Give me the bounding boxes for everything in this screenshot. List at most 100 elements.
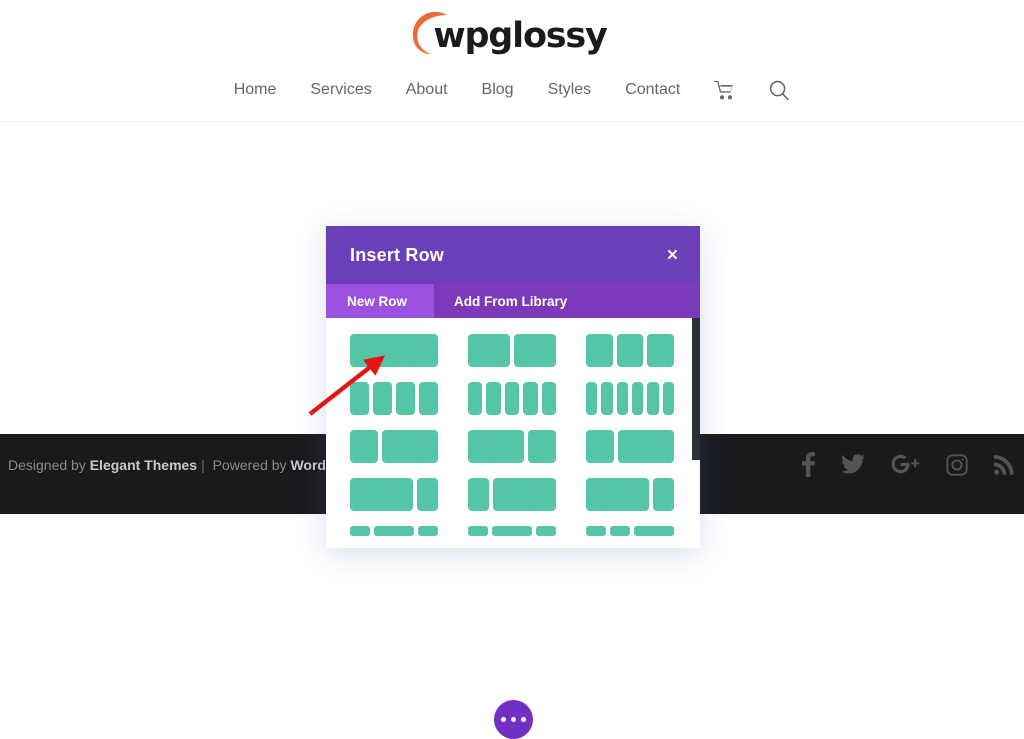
layout-partial-c[interactable] xyxy=(586,526,674,536)
layout-5-columns[interactable] xyxy=(468,382,557,415)
layout-column xyxy=(468,526,488,536)
layout-column xyxy=(419,382,438,415)
modal-body xyxy=(326,318,700,548)
main-navigation: Home Services About Blog Styles Contact xyxy=(0,74,1024,106)
logo-area: wpglossy xyxy=(0,10,1024,62)
layout-column xyxy=(662,382,674,415)
layout-column xyxy=(586,478,649,511)
footer-designed-brand[interactable]: Elegant Themes xyxy=(90,457,197,473)
layout-column xyxy=(373,382,392,415)
instagram-icon[interactable] xyxy=(946,453,968,476)
layout-column xyxy=(350,478,413,511)
layout-1-column[interactable] xyxy=(350,334,438,367)
layout-column xyxy=(468,334,510,367)
modal-scrollbar-track[interactable] xyxy=(692,318,700,548)
layout-third-twothirds-b[interactable] xyxy=(586,430,674,463)
layout-column xyxy=(417,478,438,511)
nav-item-about[interactable]: About xyxy=(389,74,465,106)
logo-arc-icon xyxy=(413,11,448,55)
layout-row xyxy=(350,334,676,367)
layout-column xyxy=(486,382,501,415)
layout-column xyxy=(586,430,614,463)
layout-column xyxy=(634,526,674,536)
layout-column xyxy=(541,382,557,415)
layout-column xyxy=(601,382,613,415)
dot-icon xyxy=(501,717,506,722)
footer-credit: Designed by Elegant Themes| Powered by W… xyxy=(8,457,364,473)
layout-column xyxy=(616,382,628,415)
layout-column xyxy=(514,334,556,367)
layout-column xyxy=(523,382,538,415)
google-plus-icon[interactable] xyxy=(891,454,920,475)
layout-row xyxy=(350,430,676,463)
layout-twothirds-third[interactable] xyxy=(468,430,556,463)
twitter-icon[interactable] xyxy=(841,454,865,475)
tab-new-row[interactable]: New Row xyxy=(326,284,434,318)
layout-6-columns[interactable] xyxy=(586,382,674,415)
modal-title: Insert Row xyxy=(350,244,445,265)
layout-column xyxy=(350,526,370,536)
footer-powered-prefix: Powered by xyxy=(208,457,291,473)
layout-column xyxy=(493,478,556,511)
facebook-icon[interactable] xyxy=(802,452,815,477)
layout-column xyxy=(616,334,644,367)
layout-column xyxy=(492,526,532,536)
layout-column xyxy=(396,382,415,415)
search-icon[interactable] xyxy=(752,80,807,101)
layout-2-columns[interactable] xyxy=(468,334,556,367)
dot-icon xyxy=(521,717,526,722)
layout-column xyxy=(350,430,378,463)
layout-partial-b[interactable] xyxy=(468,526,556,536)
layout-column xyxy=(382,430,438,463)
rss-icon[interactable] xyxy=(994,454,1014,475)
footer-separator: | xyxy=(201,457,205,473)
layout-column xyxy=(618,430,674,463)
nav-item-blog[interactable]: Blog xyxy=(465,74,531,106)
layout-column xyxy=(350,382,369,415)
layout-threequarter-quarter-b[interactable] xyxy=(586,478,674,511)
footer-designed-prefix: Designed by xyxy=(8,457,90,473)
modal-scrollbar-thumb[interactable] xyxy=(692,318,700,460)
nav-item-styles[interactable]: Styles xyxy=(531,74,609,106)
modal-header: Insert Row × xyxy=(326,226,700,284)
layout-third-twothirds[interactable] xyxy=(350,430,438,463)
nav-item-services[interactable]: Services xyxy=(293,74,388,106)
layout-row xyxy=(350,382,676,415)
layout-column xyxy=(504,382,520,415)
layout-quarter-threequarter[interactable] xyxy=(468,478,556,511)
layout-row xyxy=(350,526,676,536)
layout-column xyxy=(653,478,674,511)
page-settings-button[interactable] xyxy=(494,700,533,739)
site-header: wpglossy Home Services About Blog Styles… xyxy=(0,0,1024,122)
site-logo[interactable]: wpglossy xyxy=(413,11,608,59)
layout-threequarter-quarter[interactable] xyxy=(350,478,438,511)
layout-partial-a[interactable] xyxy=(350,526,438,536)
layout-4-columns[interactable] xyxy=(350,382,438,415)
layout-column xyxy=(586,382,598,415)
layout-row xyxy=(350,478,676,511)
cart-icon[interactable] xyxy=(697,80,752,100)
layout-column xyxy=(528,430,556,463)
dot-icon xyxy=(511,717,516,722)
row-layout-grid xyxy=(326,318,700,548)
layout-column xyxy=(468,430,524,463)
close-icon[interactable]: × xyxy=(667,246,678,265)
nav-item-contact[interactable]: Contact xyxy=(608,74,697,106)
nav-item-home[interactable]: Home xyxy=(217,74,294,106)
layout-column xyxy=(586,334,613,367)
tab-add-from-library[interactable]: Add From Library xyxy=(434,284,700,318)
layout-column xyxy=(536,526,556,536)
layout-column xyxy=(468,382,483,415)
layout-column xyxy=(610,526,630,536)
layout-column xyxy=(586,526,606,536)
layout-column xyxy=(647,334,675,367)
layout-column xyxy=(631,382,644,415)
layout-column xyxy=(468,478,489,511)
modal-tabs: New Row Add From Library xyxy=(326,284,700,318)
layout-column xyxy=(418,526,438,536)
footer-social-links xyxy=(802,452,1014,477)
layout-column xyxy=(350,334,438,367)
layout-3-columns[interactable] xyxy=(586,334,675,367)
insert-row-modal: Insert Row × New Row Add From Library xyxy=(326,226,700,548)
layout-column xyxy=(374,526,414,536)
